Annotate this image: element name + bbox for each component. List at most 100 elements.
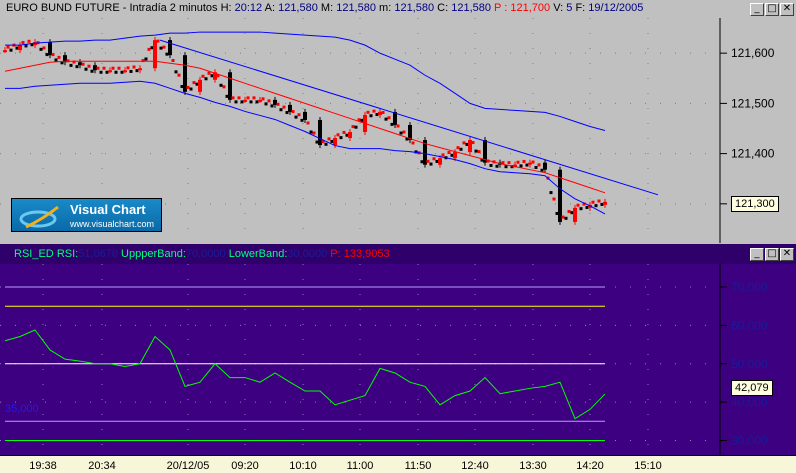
price-bar — [354, 125, 358, 129]
price-bar — [318, 119, 322, 146]
h-label: H: — [220, 2, 232, 14]
price-bar — [456, 146, 460, 150]
price-bar — [171, 58, 175, 62]
trendline — [159, 39, 659, 196]
visual-chart-logo: Visual Chart www.visualchart.com — [11, 198, 162, 232]
price-bar — [324, 142, 328, 146]
price-bar — [69, 63, 73, 67]
price-bar — [366, 110, 370, 114]
price-bar — [132, 65, 136, 69]
time-axis: 19:38 20:34 20/12/05 09:20 10:10 11:00 11:50 12… — [0, 455, 796, 473]
price-bar — [246, 96, 250, 100]
c-value: 121,580 — [451, 2, 491, 14]
price-bar — [528, 162, 532, 165]
price-bar — [21, 41, 25, 45]
price-window-controls: _ □ ✕ — [750, 3, 794, 16]
price-bar — [96, 66, 100, 70]
price-bar — [99, 70, 103, 74]
a-value: 121,580 — [278, 2, 318, 14]
price-bar — [111, 66, 115, 70]
time-tick-label: 15:10 — [634, 460, 662, 472]
price-bar — [228, 72, 232, 100]
time-tick-label: 20/12/05 — [166, 460, 210, 472]
price-bar — [399, 131, 403, 135]
price-bar — [222, 85, 226, 89]
close-button[interactable]: ✕ — [780, 3, 794, 16]
y-tick-label: 50,000 — [731, 357, 768, 371]
price-bar — [552, 197, 556, 201]
time-tick-label: 12:40 — [461, 460, 489, 472]
y-tick-label: 121,400 — [731, 147, 775, 161]
time-tick-label: 19:38 — [29, 460, 57, 472]
minimize-button[interactable]: _ — [750, 3, 764, 16]
upper-band-label: UppperBand: — [121, 248, 186, 260]
price-bar — [6, 45, 10, 49]
y-tick-label: 121,600 — [731, 46, 775, 60]
price-bar — [348, 132, 352, 139]
price-bar — [174, 70, 178, 74]
price-bar — [297, 113, 301, 117]
rsi-line — [4, 329, 606, 420]
price-bar — [459, 147, 463, 151]
rsi-value: 51,0670 — [78, 248, 118, 260]
price-bar — [57, 55, 61, 59]
price-bar — [333, 138, 337, 146]
price-bar — [102, 66, 106, 70]
price-bar — [426, 159, 430, 163]
price-bar — [204, 77, 208, 81]
price-bar — [597, 199, 601, 203]
price-bar — [123, 70, 127, 73]
price-bar — [303, 111, 307, 120]
rsi-maximize-button[interactable]: □ — [765, 248, 779, 261]
price-bar — [84, 67, 88, 71]
price-bar — [522, 159, 526, 163]
y-tick-label: 40,000 — [731, 395, 768, 409]
price-bar — [231, 96, 235, 100]
price-bar — [543, 162, 547, 170]
time-tick-label: 11:50 — [404, 460, 432, 472]
price-bar — [42, 46, 46, 50]
maximize-button[interactable]: □ — [765, 3, 779, 16]
price-bar — [279, 108, 283, 112]
price-bar — [288, 104, 292, 112]
price-bar — [153, 40, 157, 69]
lower-band-line — [5, 80, 606, 215]
price-bar — [267, 99, 271, 103]
price-bar — [339, 136, 343, 140]
price-bar — [108, 70, 112, 73]
price-bar — [579, 207, 583, 211]
price-bar — [468, 140, 472, 153]
price-bar — [264, 102, 268, 106]
price-bar — [507, 161, 511, 165]
price-bar — [564, 216, 568, 220]
current-rsi-tag: 42,079 — [731, 380, 773, 396]
mm-value: 121,580 — [394, 2, 435, 14]
p-value: 121,700 — [510, 2, 551, 14]
instrument-title: EURO BUND FUTURE - Intradía 2 minutos — [6, 2, 218, 14]
price-bar — [186, 85, 190, 89]
price-bar — [192, 81, 196, 85]
v-value: 5 — [566, 2, 573, 14]
f-label: F: — [575, 2, 586, 14]
price-bar — [27, 39, 31, 43]
price-bar — [309, 130, 313, 134]
rsi-close-button[interactable]: ✕ — [780, 248, 794, 261]
time-tick-label: 11:00 — [346, 460, 374, 472]
rsi-chart[interactable]: 70,000 60,000 50,000 40,000 30,000 — [0, 244, 796, 455]
price-bar — [78, 62, 82, 66]
price-bar — [159, 46, 163, 50]
v-label: V: — [553, 2, 564, 14]
price-bar — [243, 99, 247, 102]
price-bar — [411, 141, 415, 145]
price-bar — [276, 102, 280, 106]
time-tick-label: 14:20 — [576, 460, 604, 472]
price-bar — [306, 121, 310, 125]
logo-url: www.visualchart.com — [70, 219, 155, 229]
price-bar — [252, 96, 256, 100]
price-bar — [537, 163, 541, 167]
price-bar — [75, 65, 79, 69]
rsi-minimize-button[interactable]: _ — [750, 248, 764, 261]
price-bar — [453, 152, 457, 159]
price-bar — [54, 58, 58, 62]
current-price-tag: 121,300 — [731, 196, 779, 212]
